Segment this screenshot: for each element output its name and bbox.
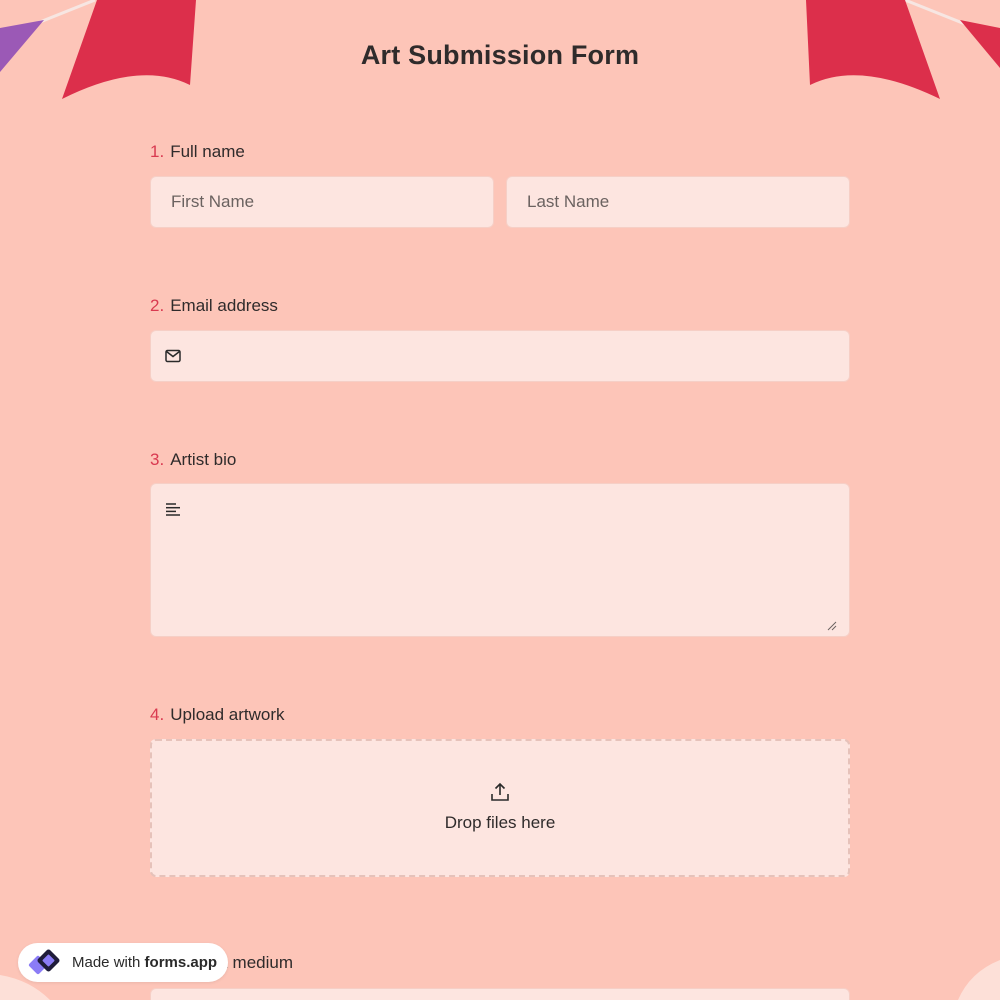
question-label: 3. Artist bio (150, 449, 850, 471)
drop-files-text: Drop files here (444, 813, 556, 832)
align-left-icon (166, 503, 181, 521)
resize-handle-icon[interactable] (827, 618, 837, 636)
last-name-placeholder: Last Name (527, 192, 610, 211)
question-text: Artist bio (170, 450, 237, 469)
badge-text: Made with forms.app (72, 943, 217, 982)
artist-bio-textarea[interactable] (150, 483, 850, 637)
question-number: 3. (150, 450, 165, 469)
question-label: 5.Artwork medium (150, 952, 850, 974)
page-title: Art Submission Form (360, 40, 640, 70)
envelope-icon (165, 349, 181, 368)
question-email: 2. Email address (150, 295, 850, 385)
email-field[interactable] (150, 330, 850, 382)
upload-icon (490, 782, 510, 807)
question-label: 1. Full name (150, 141, 850, 163)
question-upload-artwork: 4. Upload artwork Drop files here (150, 704, 850, 879)
question-text: Upload artwork (170, 705, 285, 724)
forms-app-logo-icon (26, 947, 66, 983)
question-number: 2. (150, 296, 165, 315)
question-number: 1. (150, 142, 165, 161)
made-with-badge[interactable]: Made with forms.app (18, 943, 228, 982)
first-name-input[interactable]: First Name (150, 176, 494, 228)
question-number: 4. (150, 705, 165, 724)
question-full-name: 1. Full name First Name Last Name (150, 141, 850, 231)
badge-prefix: Made with (72, 954, 141, 971)
file-dropzone[interactable]: Drop files here (150, 739, 850, 877)
last-name-input[interactable]: Last Name (506, 176, 850, 228)
badge-brand: forms.app (144, 954, 218, 971)
question-artist-bio: 3. Artist bio (150, 449, 850, 639)
question-artwork-medium: 5.Artwork medium (150, 952, 850, 1000)
first-name-placeholder: First Name (171, 192, 255, 211)
question-text: Email address (170, 296, 278, 315)
question-label: 4. Upload artwork (150, 704, 850, 726)
artwork-medium-field[interactable] (150, 988, 850, 1000)
question-label: 2. Email address (150, 295, 850, 317)
blob-right-decoration (958, 960, 1000, 1000)
question-text: Full name (170, 142, 245, 161)
